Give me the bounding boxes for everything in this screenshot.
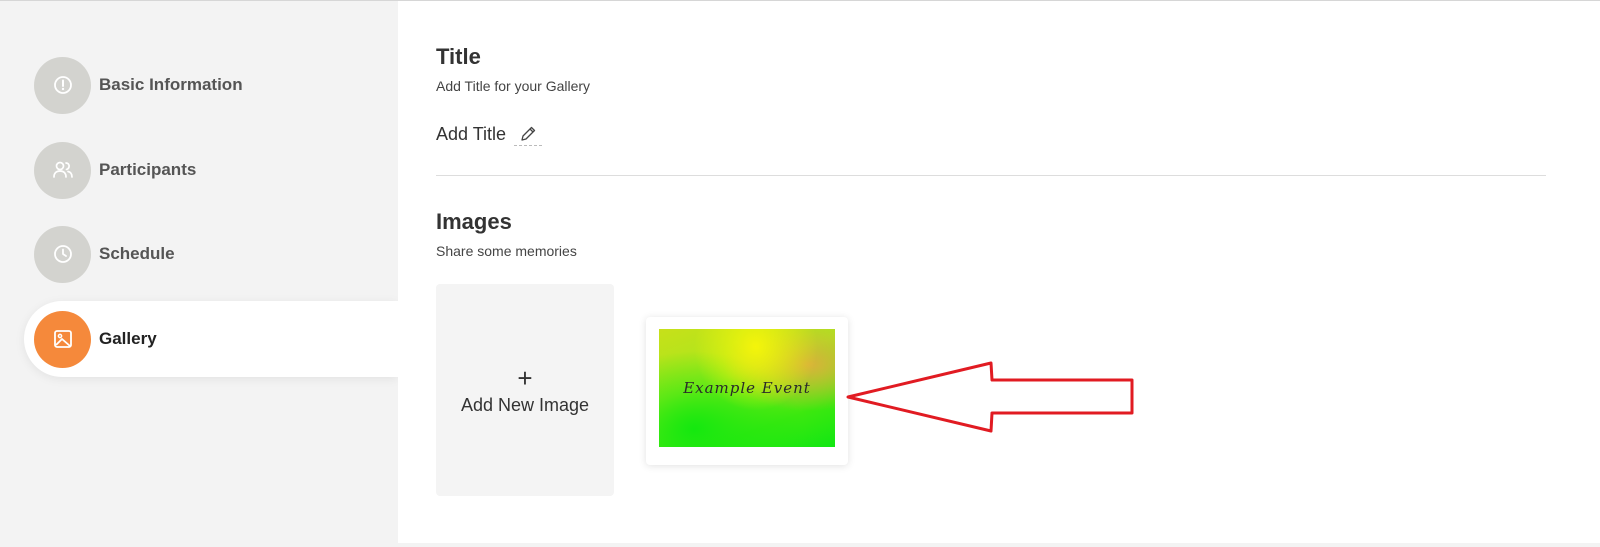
- info-circle-icon: [53, 76, 72, 94]
- sidebar-item-label: Participants: [99, 160, 197, 179]
- sidebar-nav: Basic Information Participants Schedule: [0, 0, 398, 547]
- sidebar-item-label: Basic Information: [99, 75, 243, 94]
- gallery-panel: Title Add Title for your Gallery Add Tit…: [398, 1, 1600, 543]
- nav-icon-circle: [34, 225, 91, 283]
- sidebar-item-schedule[interactable]: Schedule: [24, 216, 398, 292]
- nav-icon-circle: [34, 141, 91, 199]
- clock-icon: [53, 245, 72, 263]
- nav-icon-circle: [34, 310, 91, 368]
- sidebar-item-label: Gallery: [99, 329, 157, 348]
- sidebar-item-label: Schedule: [99, 244, 175, 263]
- sidebar-item-participants[interactable]: Participants: [24, 132, 398, 208]
- annotation-arrow: [846, 361, 1134, 433]
- users-icon: [52, 161, 73, 178]
- sidebar-item-gallery[interactable]: Gallery: [24, 301, 398, 377]
- sidebar-item-basic-information[interactable]: Basic Information: [24, 47, 398, 123]
- image-icon: [53, 330, 72, 348]
- nav-icon-circle: [34, 56, 91, 114]
